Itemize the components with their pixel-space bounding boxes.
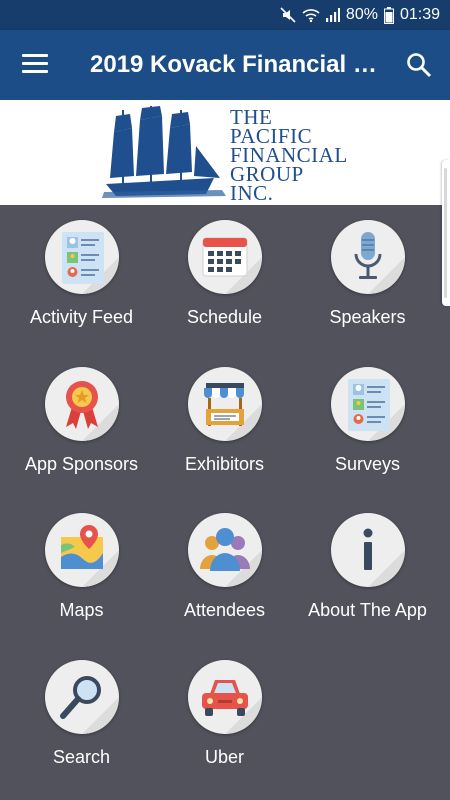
app-bar: 2019 Kovack Financial C... xyxy=(0,30,450,100)
menu-item-label: Search xyxy=(52,747,111,767)
battery-icon xyxy=(383,6,394,24)
mute-icon xyxy=(280,7,296,23)
booth-icon xyxy=(187,367,262,441)
signal-icon xyxy=(325,7,340,23)
menu-item-app-sponsors[interactable]: App Sponsors xyxy=(10,367,153,475)
menu-item-attendees[interactable]: Attendees xyxy=(153,513,296,621)
menu-item-label: Attendees xyxy=(183,600,266,620)
activity-feed-icon xyxy=(44,220,119,294)
menu-item-surveys[interactable]: Surveys xyxy=(296,367,439,475)
info-icon xyxy=(330,513,405,587)
menu-item-label: About The App xyxy=(308,600,427,620)
menu-item-activity-feed[interactable]: Activity Feed xyxy=(10,220,153,328)
menu-item-schedule[interactable]: Schedule xyxy=(153,220,296,328)
app-title: 2019 Kovack Financial C... xyxy=(90,51,382,78)
menu-item-label: Speakers xyxy=(329,307,406,327)
wifi-icon xyxy=(302,7,320,23)
menu-item-label: Surveys xyxy=(334,454,401,474)
menu-icon[interactable] xyxy=(22,54,48,76)
survey-icon xyxy=(330,367,405,441)
map-pin-icon xyxy=(44,513,119,587)
scroll-handle[interactable] xyxy=(442,160,450,306)
menu-item-uber[interactable]: Uber xyxy=(153,660,296,768)
logo-line: INC. xyxy=(230,181,274,205)
search-icon[interactable] xyxy=(406,52,432,78)
menu-item-label: Uber xyxy=(204,747,244,767)
magnifier-icon xyxy=(44,660,119,734)
menu-item-speakers[interactable]: Speakers xyxy=(296,220,439,328)
people-icon xyxy=(187,513,262,587)
microphone-icon xyxy=(330,220,405,294)
clock: 01:39 xyxy=(399,6,440,23)
menu-item-search[interactable]: Search xyxy=(10,660,153,768)
menu-item-label: Schedule xyxy=(186,307,263,327)
status-bar: 80% 01:39 xyxy=(0,0,450,30)
car-icon xyxy=(187,660,262,734)
company-logo-text: THE PACIFIC FINANCIAL GROUP INC. xyxy=(230,107,348,205)
battery-percent: 80% xyxy=(345,6,378,23)
menu-item-label: Activity Feed xyxy=(29,307,134,327)
menu-item-label: App Sponsors xyxy=(24,454,139,474)
menu-item-maps[interactable]: Maps xyxy=(10,513,153,621)
calendar-icon xyxy=(187,220,262,294)
menu-item-label: Maps xyxy=(59,600,104,620)
menu-item-label: Exhibitors xyxy=(184,454,265,474)
ship-logo-icon xyxy=(102,106,226,203)
sponsor-banner xyxy=(0,100,450,205)
menu-item-exhibitors[interactable]: Exhibitors xyxy=(153,367,296,475)
ribbon-badge-icon xyxy=(44,367,119,441)
menu-item-about-the-app[interactable]: About The App xyxy=(296,513,439,621)
